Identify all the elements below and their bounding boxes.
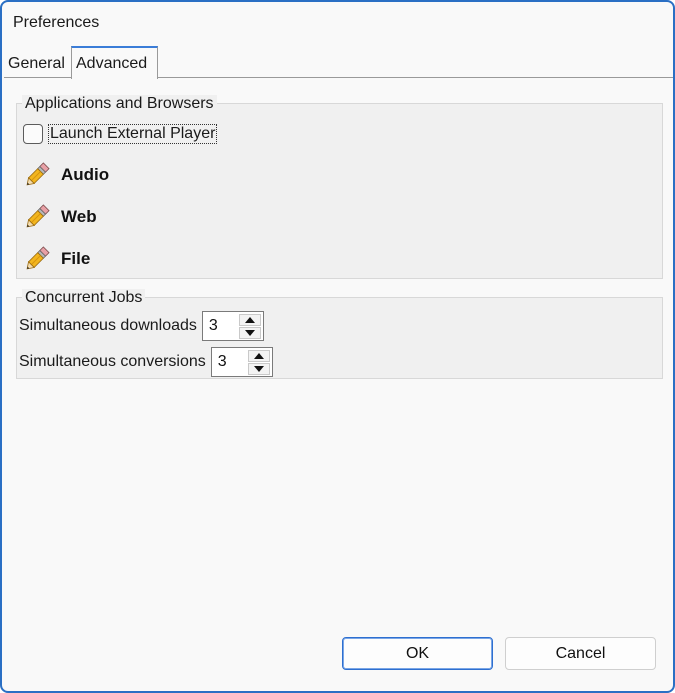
window-title: Preferences [13, 14, 100, 31]
spin-down-button[interactable] [247, 363, 270, 375]
preferences-window: Preferences General Advanced Application… [0, 0, 675, 693]
launch-external-player-checkbox[interactable] [23, 124, 43, 144]
pencil-icon[interactable] [23, 203, 51, 231]
spin-up-button[interactable] [238, 314, 261, 326]
simultaneous-conversions-row: Simultaneous conversions 3 [19, 347, 273, 377]
simultaneous-conversions-spinbox[interactable]: 3 [210, 347, 273, 377]
spin-up-button[interactable] [247, 350, 270, 362]
app-item-label: File [61, 249, 91, 268]
launch-external-player-row[interactable]: Launch External Player [23, 122, 218, 146]
app-item-audio[interactable]: Audio [23, 160, 109, 190]
tab-bar: General Advanced [4, 46, 673, 79]
simultaneous-conversions-label: Simultaneous conversions [19, 353, 206, 370]
ok-button[interactable]: OK [342, 637, 493, 670]
arrow-down-icon [253, 366, 264, 372]
applications-group-title: Applications and Browsers [22, 95, 217, 113]
arrow-up-icon [253, 353, 264, 359]
pencil-icon[interactable] [23, 161, 51, 189]
simultaneous-downloads-spinbox[interactable]: 3 [201, 311, 264, 341]
app-item-label: Audio [61, 165, 110, 184]
simultaneous-downloads-row: Simultaneous downloads 3 [19, 311, 264, 341]
app-item-label: Web [61, 207, 97, 226]
app-item-file[interactable]: File [23, 244, 90, 274]
spin-down-button[interactable] [238, 327, 261, 339]
tab-advanced[interactable]: Advanced [71, 46, 158, 79]
simultaneous-downloads-value[interactable]: 3 [209, 317, 218, 335]
pencil-icon[interactable] [23, 245, 51, 273]
concurrent-jobs-group-title: Concurrent Jobs [22, 289, 146, 307]
app-item-web[interactable]: Web [23, 202, 97, 232]
arrow-up-icon [244, 317, 255, 323]
arrow-down-icon [244, 330, 255, 336]
launch-external-player-label[interactable]: Launch External Player [48, 124, 218, 144]
cancel-button[interactable]: Cancel [505, 637, 656, 670]
simultaneous-downloads-label: Simultaneous downloads [19, 317, 197, 334]
tab-general[interactable]: General [6, 52, 70, 78]
simultaneous-conversions-value[interactable]: 3 [218, 353, 227, 371]
